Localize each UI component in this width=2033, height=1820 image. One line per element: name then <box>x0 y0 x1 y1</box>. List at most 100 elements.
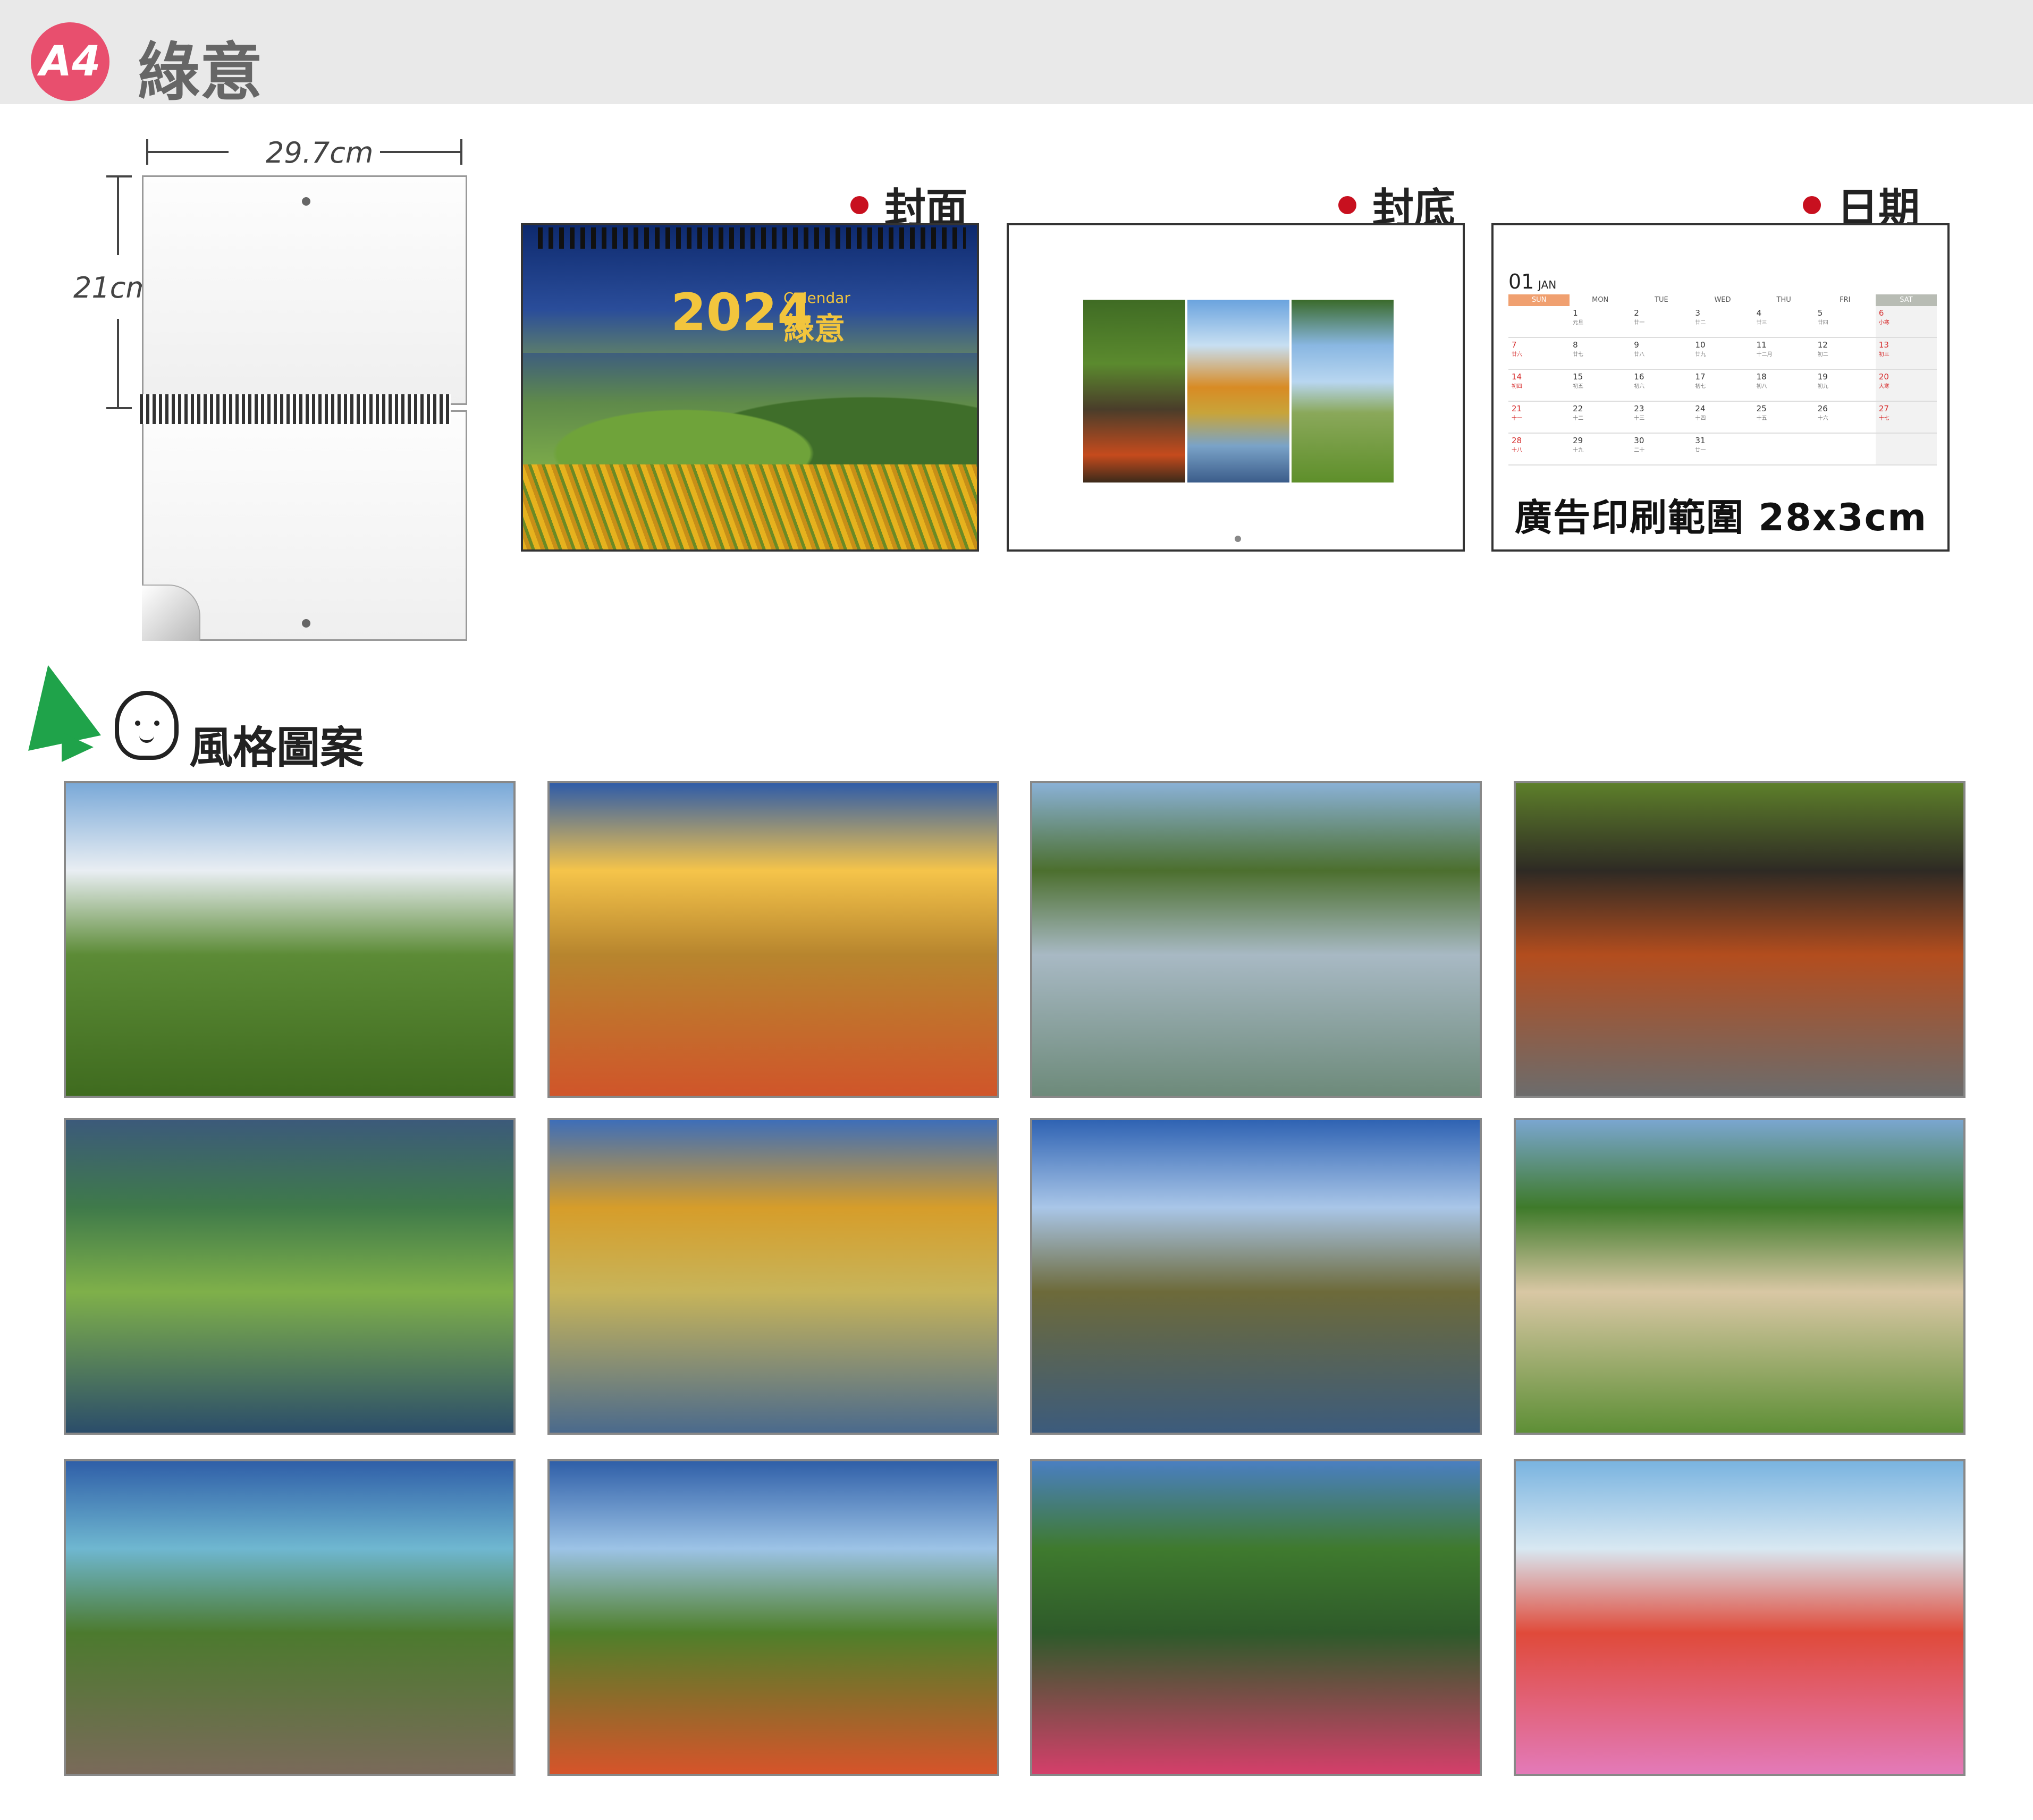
day-cell: 11 十二月 <box>1753 338 1815 370</box>
girl-face-icon <box>115 691 179 760</box>
width-dimension: 29.7cm <box>146 136 462 170</box>
day-number: 20 <box>1878 372 1889 382</box>
thumbnail-basalt-island-reflection[interactable] <box>1030 1118 1482 1435</box>
thumbnail-hot-air-balloons[interactable] <box>1514 1459 1965 1776</box>
lunar-date: 二十 <box>1634 447 1645 453</box>
day-number: 2 <box>1634 308 1639 318</box>
day-cell: 10 廿九 <box>1692 338 1753 370</box>
lunar-date: 廿八 <box>1634 352 1645 358</box>
thumbnail-coastal-railway[interactable] <box>64 1459 516 1776</box>
thumbnail-grazing-sheep[interactable] <box>1514 1118 1965 1435</box>
weekday-tue: TUE <box>1655 296 1668 304</box>
bottom-hole <box>302 619 310 628</box>
day-number: 7 <box>1512 340 1517 350</box>
day-number: 19 <box>1817 372 1828 382</box>
day-cell: 29 十九 <box>1570 434 1631 465</box>
lunar-date: 廿四 <box>1817 320 1828 326</box>
header-bar: A4 綠意 <box>0 0 2033 109</box>
thumbnail-seaweed-harvest[interactable] <box>64 1118 516 1435</box>
weekday-thu: THU <box>1776 296 1791 304</box>
day-number: 13 <box>1878 340 1889 350</box>
lunar-date: 十四 <box>1695 416 1706 421</box>
day-number: 27 <box>1878 404 1889 413</box>
lunar-date: 廿七 <box>1573 352 1584 358</box>
lunar-date: 大寒 <box>1878 384 1889 390</box>
cover-hills-photo <box>523 353 977 464</box>
thumbnail-tree-rice-paddy-farmer[interactable] <box>1030 781 1482 1098</box>
day-cell: 14 初四 <box>1508 370 1570 402</box>
thumbnail-mountain-pink-flowers[interactable] <box>1030 1459 1482 1776</box>
page-title: 綠意 <box>137 36 263 109</box>
thumbnail-autumn-trees-reflection[interactable] <box>547 1118 999 1435</box>
lunar-date: 廿六 <box>1512 352 1522 358</box>
day-cells: 1 元旦 2 廿一 3 廿二 4 廿三 5 廿四 6 小寒 7 廿六 8 廿七 9 廿八 10 廿九 11 十二月 12 初二… <box>1508 306 1937 465</box>
eye <box>154 721 159 726</box>
day-cell: 13 初三 <box>1875 338 1937 370</box>
day-number: 15 <box>1573 372 1583 382</box>
day-cell: 16 初六 <box>1631 370 1692 402</box>
height-dimension: 21cm <box>73 175 154 409</box>
weekday-wed: WED <box>1714 296 1731 304</box>
thumbnail-coastal-sunset-flowers[interactable] <box>547 781 999 1098</box>
calendar-sheet-top <box>142 175 467 405</box>
height-line-bottom <box>117 319 119 409</box>
lunar-date: 初三 <box>1878 352 1889 358</box>
cover-spiral-binding <box>538 227 966 249</box>
day-cell: 4 廿三 <box>1753 306 1815 338</box>
day-number: 22 <box>1573 404 1583 413</box>
date-page-preview[interactable]: 01 JAN SUN MON TUE WED THU FRI SAT 1 元旦 2 廿一 3 廿二 4 廿… <box>1491 223 1950 552</box>
day-cell: 3 廿二 <box>1692 306 1753 338</box>
day-number: 17 <box>1695 372 1706 382</box>
day-cell: 22 十二 <box>1570 402 1631 434</box>
day-number: 28 <box>1512 436 1522 445</box>
lunar-date: 十六 <box>1817 416 1828 421</box>
style-section-title: 風格圖案 <box>189 723 364 773</box>
red-dot-icon <box>850 196 868 214</box>
day-cell: 21 十一 <box>1508 402 1570 434</box>
day-cell: 18 初八 <box>1753 370 1815 402</box>
day-cell: 31 廿一 <box>1692 434 1753 465</box>
day-cell: 15 初五 <box>1570 370 1631 402</box>
lunar-date: 十三 <box>1634 416 1645 421</box>
lunar-date: 初七 <box>1695 384 1706 390</box>
width-tick-right <box>460 139 462 165</box>
empty-day-cell <box>1508 306 1570 338</box>
calendar-grid: SUN MON TUE WED THU FRI SAT 1 元旦 2 廿一 3 廿二 4 廿三 5 廿四 6 小寒… <box>1508 294 1937 465</box>
lunar-date: 廿一 <box>1695 447 1706 453</box>
thumbnail-daylily-field-farmers[interactable] <box>64 781 516 1098</box>
day-cell: 28 十八 <box>1508 434 1570 465</box>
width-label: 29.7cm <box>266 136 374 170</box>
ad-print-range: 廣告印刷範圍 28x3cm <box>1515 496 1928 539</box>
height-tick-top <box>106 175 132 177</box>
spiral-binding <box>140 394 451 424</box>
lunar-date: 十八 <box>1512 447 1522 453</box>
day-number: 6 <box>1878 308 1884 318</box>
empty-day-cell <box>1753 434 1815 465</box>
height-tick-bottom <box>106 407 132 409</box>
day-cell: 17 初七 <box>1692 370 1753 402</box>
lunar-date: 十七 <box>1878 416 1889 421</box>
day-number: 8 <box>1573 340 1578 350</box>
width-line-left <box>146 151 229 153</box>
day-number: 26 <box>1817 404 1828 413</box>
day-number: 11 <box>1756 340 1767 350</box>
day-cell: 8 廿七 <box>1570 338 1631 370</box>
back-hole <box>1235 536 1241 542</box>
lunar-date: 小寒 <box>1878 320 1889 326</box>
day-number: 4 <box>1756 308 1762 318</box>
thumbnail-mesa-flower-field[interactable] <box>547 1459 999 1776</box>
day-cell: 19 初九 <box>1814 370 1876 402</box>
lunar-date: 元旦 <box>1573 320 1584 326</box>
weekday-sun: SUN <box>1508 294 1570 306</box>
day-number: 3 <box>1695 308 1700 318</box>
red-dot-icon <box>1803 196 1821 214</box>
weekday-fri: FRI <box>1840 296 1851 304</box>
back-cover-preview[interactable] <box>1007 223 1465 552</box>
cover-preview[interactable]: 2024 Calendar 綠意 <box>521 223 979 552</box>
thumbnail-forest-stream-rocks[interactable] <box>1514 781 1965 1098</box>
day-cell: 20 大寒 <box>1875 370 1937 402</box>
month-name: JAN <box>1538 278 1557 291</box>
lunar-date: 十九 <box>1573 447 1584 453</box>
lunar-date: 十一 <box>1512 416 1522 421</box>
day-cell: 24 十四 <box>1692 402 1753 434</box>
